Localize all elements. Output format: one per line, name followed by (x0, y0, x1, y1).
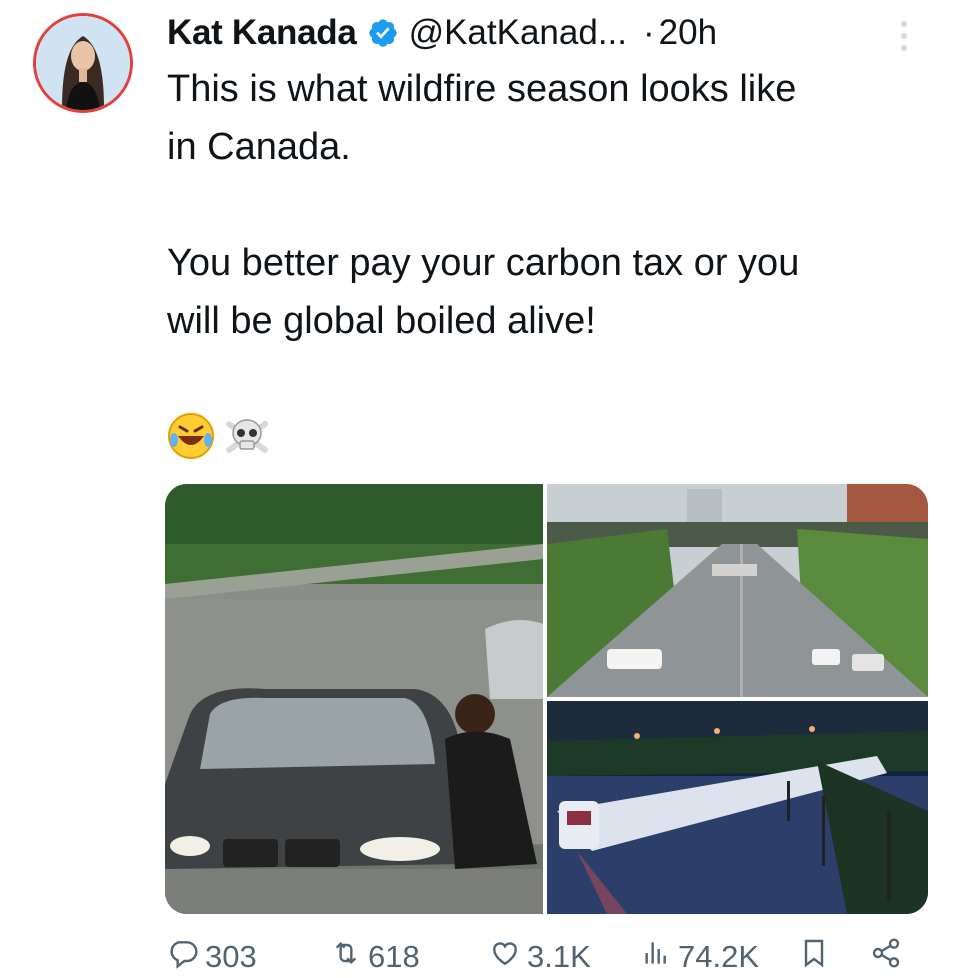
bookmark-button[interactable] (798, 936, 836, 978)
like-count: 3.1K (527, 939, 591, 974)
retweet-icon (330, 937, 368, 977)
photo-flooded-train[interactable] (547, 701, 928, 914)
views-count: 74.2K (678, 939, 760, 974)
share-button[interactable] (870, 936, 908, 978)
verified-badge-icon (367, 17, 399, 49)
reply-button[interactable]: 303 (167, 936, 257, 978)
tweet-header: Kat Kanada @KatKanad... · 20h (167, 10, 717, 56)
reply-icon (167, 937, 205, 977)
retweet-count: 618 (368, 939, 420, 974)
tweet-emojis (165, 410, 273, 466)
author-name[interactable]: Kat Kanada (167, 13, 357, 53)
like-icon (489, 937, 527, 977)
rofl-emoji-icon (165, 410, 217, 466)
skull-crossbones-emoji-icon (221, 410, 273, 466)
header-separator: · (643, 13, 655, 52)
tweet-media-grid[interactable] (165, 484, 928, 914)
tweet-text: This is what wildfire season looks like … (167, 68, 800, 342)
reply-count: 303 (205, 939, 257, 974)
tweet-timestamp[interactable]: 20h (659, 13, 717, 53)
tweet-action-bar: 303 618 3.1K 74.2K (0, 936, 959, 978)
photo-flooded-car[interactable] (165, 484, 543, 914)
bookmark-icon (798, 937, 836, 977)
views-icon (640, 937, 678, 977)
like-button[interactable]: 3.1K (489, 936, 591, 978)
photo-flooded-highway[interactable] (547, 484, 928, 697)
author-handle[interactable]: @KatKanad... (409, 13, 627, 53)
share-icon (870, 937, 908, 977)
retweet-button[interactable]: 618 (330, 936, 420, 978)
author-avatar[interactable] (33, 13, 133, 113)
more-vertical-icon[interactable] (892, 18, 916, 54)
views-button[interactable]: 74.2K (640, 936, 759, 978)
